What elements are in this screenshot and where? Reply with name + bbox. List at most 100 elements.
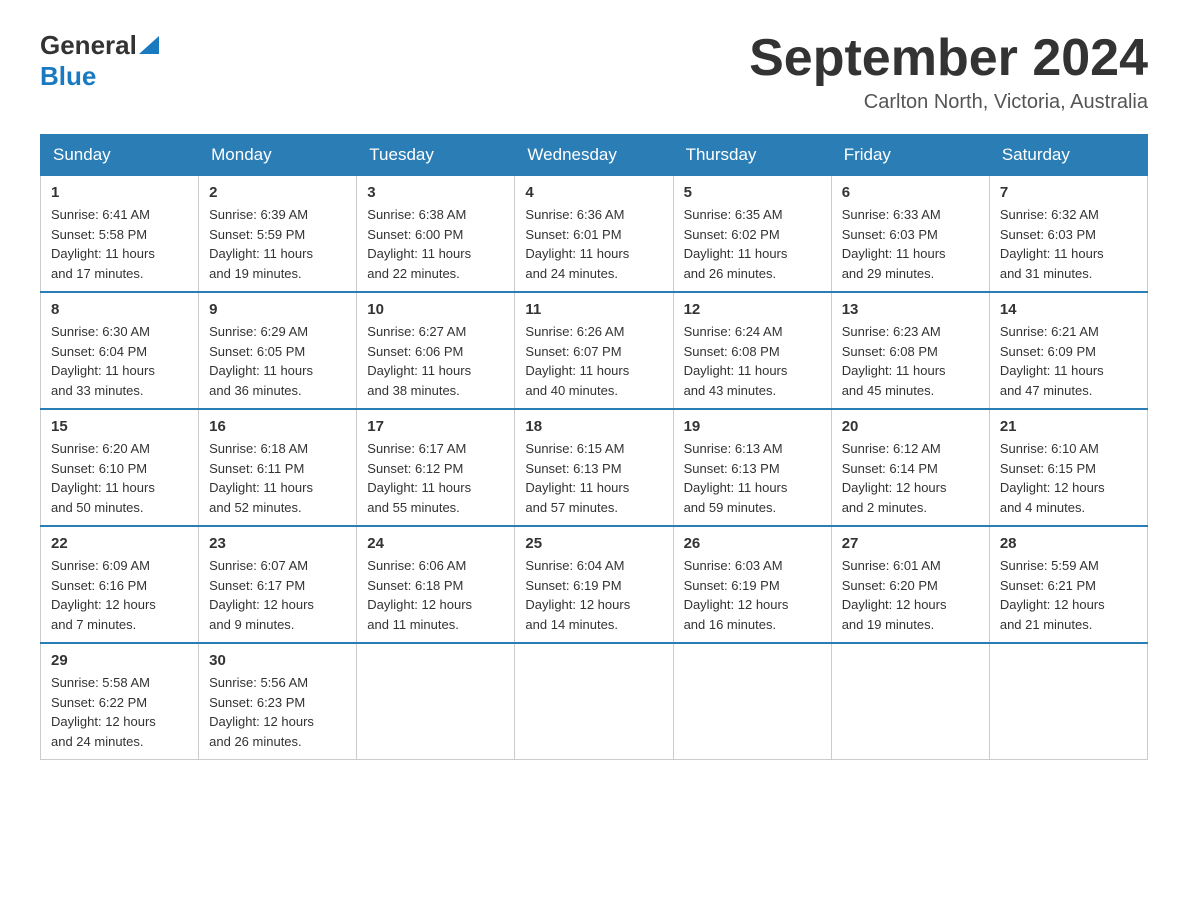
logo-text-general: General: [40, 30, 137, 61]
day-number: 14: [1000, 301, 1137, 318]
table-cell: [831, 643, 989, 760]
table-cell: 20 Sunrise: 6:12 AMSunset: 6:14 PMDayligh…: [831, 409, 989, 526]
header-row: Sunday Monday Tuesday Wednesday Thursday…: [41, 135, 1148, 176]
table-cell: 18 Sunrise: 6:15 AMSunset: 6:13 PMDayligh…: [515, 409, 673, 526]
day-info: Sunrise: 6:24 AMSunset: 6:08 PMDaylight:…: [684, 322, 821, 400]
day-number: 25: [525, 535, 662, 552]
day-info: Sunrise: 6:32 AMSunset: 6:03 PMDaylight:…: [1000, 205, 1137, 283]
page-header: General Blue September 2024 Carlton Nort…: [40, 30, 1148, 114]
day-number: 17: [367, 418, 504, 435]
week-row-4: 22 Sunrise: 6:09 AMSunset: 6:16 PMDayligh…: [41, 526, 1148, 643]
table-cell: 27 Sunrise: 6:01 AMSunset: 6:20 PMDayligh…: [831, 526, 989, 643]
table-cell: 16Sunrise: 6:18 AMSunset: 6:11 PMDayligh…: [199, 409, 357, 526]
day-number: 11: [525, 301, 662, 318]
day-info: Sunrise: 6:13 AMSunset: 6:13 PMDaylight:…: [684, 439, 821, 517]
day-number: 19: [684, 418, 821, 435]
day-number: 8: [51, 301, 188, 318]
table-cell: 6 Sunrise: 6:33 AMSunset: 6:03 PMDaylight…: [831, 176, 989, 293]
col-wednesday: Wednesday: [515, 135, 673, 176]
table-cell: 2Sunrise: 6:39 AMSunset: 5:59 PMDaylight…: [199, 176, 357, 293]
day-info: Sunrise: 6:07 AMSunset: 6:17 PMDaylight:…: [209, 556, 346, 634]
table-cell: [989, 643, 1147, 760]
day-number: 9: [209, 301, 346, 318]
day-info: Sunrise: 5:58 AMSunset: 6:22 PMDaylight:…: [51, 673, 188, 751]
location-title: Carlton North, Victoria, Australia: [749, 91, 1148, 114]
day-number: 5: [684, 184, 821, 201]
day-info: Sunrise: 6:36 AMSunset: 6:01 PMDaylight:…: [525, 205, 662, 283]
day-info: Sunrise: 6:29 AMSunset: 6:05 PMDaylight:…: [209, 322, 346, 400]
day-info: Sunrise: 6:23 AMSunset: 6:08 PMDaylight:…: [842, 322, 979, 400]
col-thursday: Thursday: [673, 135, 831, 176]
day-number: 10: [367, 301, 504, 318]
table-cell: 14Sunrise: 6:21 AMSunset: 6:09 PMDayligh…: [989, 292, 1147, 409]
table-cell: 9 Sunrise: 6:29 AMSunset: 6:05 PMDaylight…: [199, 292, 357, 409]
table-cell: 25 Sunrise: 6:04 AMSunset: 6:19 PMDayligh…: [515, 526, 673, 643]
table-cell: 17 Sunrise: 6:17 AMSunset: 6:12 PMDayligh…: [357, 409, 515, 526]
day-info: Sunrise: 6:03 AMSunset: 6:19 PMDaylight:…: [684, 556, 821, 634]
table-cell: 28Sunrise: 5:59 AMSunset: 6:21 PMDayligh…: [989, 526, 1147, 643]
day-info: Sunrise: 5:59 AMSunset: 6:21 PMDaylight:…: [1000, 556, 1137, 634]
day-number: 16: [209, 418, 346, 435]
table-cell: 3Sunrise: 6:38 AMSunset: 6:00 PMDaylight…: [357, 176, 515, 293]
day-info: Sunrise: 6:17 AMSunset: 6:12 PMDaylight:…: [367, 439, 504, 517]
day-number: 23: [209, 535, 346, 552]
day-info: Sunrise: 6:27 AMSunset: 6:06 PMDaylight:…: [367, 322, 504, 400]
month-title: September 2024: [749, 30, 1148, 87]
day-number: 21: [1000, 418, 1137, 435]
week-row-1: 1Sunrise: 6:41 AMSunset: 5:58 PMDaylight…: [41, 176, 1148, 293]
day-number: 26: [684, 535, 821, 552]
day-info: Sunrise: 6:12 AMSunset: 6:14 PMDaylight:…: [842, 439, 979, 517]
day-info: Sunrise: 6:06 AMSunset: 6:18 PMDaylight:…: [367, 556, 504, 634]
week-row-3: 15Sunrise: 6:20 AMSunset: 6:10 PMDayligh…: [41, 409, 1148, 526]
table-cell: 21 Sunrise: 6:10 AMSunset: 6:15 PMDayligh…: [989, 409, 1147, 526]
table-cell: 24Sunrise: 6:06 AMSunset: 6:18 PMDayligh…: [357, 526, 515, 643]
day-info: Sunrise: 6:39 AMSunset: 5:59 PMDaylight:…: [209, 205, 346, 283]
title-area: September 2024 Carlton North, Victoria, …: [749, 30, 1148, 114]
day-number: 22: [51, 535, 188, 552]
col-saturday: Saturday: [989, 135, 1147, 176]
table-cell: 12 Sunrise: 6:24 AMSunset: 6:08 PMDayligh…: [673, 292, 831, 409]
col-sunday: Sunday: [41, 135, 199, 176]
table-cell: 26 Sunrise: 6:03 AMSunset: 6:19 PMDayligh…: [673, 526, 831, 643]
day-info: Sunrise: 6:01 AMSunset: 6:20 PMDaylight:…: [842, 556, 979, 634]
day-number: 7: [1000, 184, 1137, 201]
table-cell: 30Sunrise: 5:56 AMSunset: 6:23 PMDayligh…: [199, 643, 357, 760]
day-number: 15: [51, 418, 188, 435]
table-cell: 7 Sunrise: 6:32 AMSunset: 6:03 PMDaylight…: [989, 176, 1147, 293]
col-friday: Friday: [831, 135, 989, 176]
table-cell: 29Sunrise: 5:58 AMSunset: 6:22 PMDayligh…: [41, 643, 199, 760]
table-cell: 23 Sunrise: 6:07 AMSunset: 6:17 PMDayligh…: [199, 526, 357, 643]
logo: General Blue: [40, 30, 159, 92]
day-info: Sunrise: 6:38 AMSunset: 6:00 PMDaylight:…: [367, 205, 504, 283]
table-cell: 10 Sunrise: 6:27 AMSunset: 6:06 PMDayligh…: [357, 292, 515, 409]
day-info: Sunrise: 6:26 AMSunset: 6:07 PMDaylight:…: [525, 322, 662, 400]
table-cell: 15Sunrise: 6:20 AMSunset: 6:10 PMDayligh…: [41, 409, 199, 526]
day-info: Sunrise: 6:10 AMSunset: 6:15 PMDaylight:…: [1000, 439, 1137, 517]
week-row-2: 8Sunrise: 6:30 AMSunset: 6:04 PMDaylight…: [41, 292, 1148, 409]
day-info: Sunrise: 6:33 AMSunset: 6:03 PMDaylight:…: [842, 205, 979, 283]
col-tuesday: Tuesday: [357, 135, 515, 176]
table-cell: 11 Sunrise: 6:26 AMSunset: 6:07 PMDayligh…: [515, 292, 673, 409]
day-number: 20: [842, 418, 979, 435]
col-monday: Monday: [199, 135, 357, 176]
day-number: 18: [525, 418, 662, 435]
table-cell: [673, 643, 831, 760]
day-number: 4: [525, 184, 662, 201]
calendar-table: Sunday Monday Tuesday Wednesday Thursday…: [40, 134, 1148, 760]
day-info: Sunrise: 6:09 AMSunset: 6:16 PMDaylight:…: [51, 556, 188, 634]
logo-text-blue: Blue: [40, 61, 96, 91]
day-number: 6: [842, 184, 979, 201]
day-number: 27: [842, 535, 979, 552]
table-cell: 5 Sunrise: 6:35 AMSunset: 6:02 PMDaylight…: [673, 176, 831, 293]
table-cell: 8Sunrise: 6:30 AMSunset: 6:04 PMDaylight…: [41, 292, 199, 409]
table-cell: [515, 643, 673, 760]
day-info: Sunrise: 6:35 AMSunset: 6:02 PMDaylight:…: [684, 205, 821, 283]
table-cell: 19 Sunrise: 6:13 AMSunset: 6:13 PMDayligh…: [673, 409, 831, 526]
table-cell: 4 Sunrise: 6:36 AMSunset: 6:01 PMDaylight…: [515, 176, 673, 293]
day-info: Sunrise: 6:04 AMSunset: 6:19 PMDaylight:…: [525, 556, 662, 634]
table-cell: 22 Sunrise: 6:09 AMSunset: 6:16 PMDayligh…: [41, 526, 199, 643]
day-number: 1: [51, 184, 188, 201]
day-number: 12: [684, 301, 821, 318]
day-info: Sunrise: 6:15 AMSunset: 6:13 PMDaylight:…: [525, 439, 662, 517]
table-cell: 1Sunrise: 6:41 AMSunset: 5:58 PMDaylight…: [41, 176, 199, 293]
